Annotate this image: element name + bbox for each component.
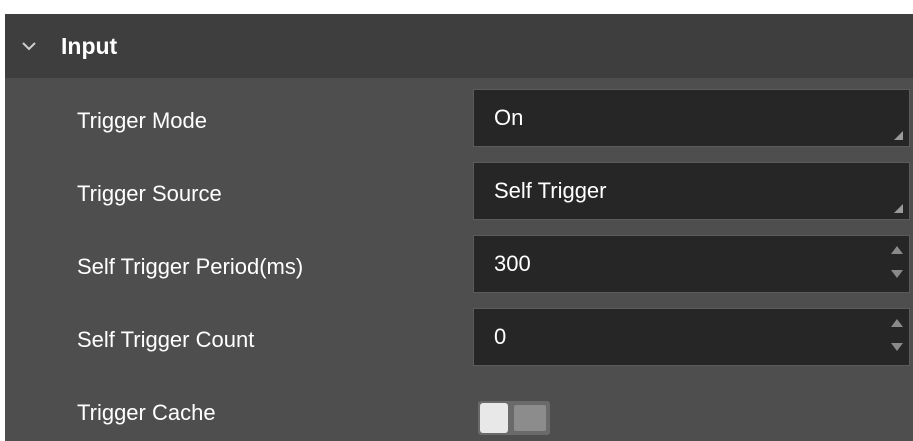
input-settings-panel: Input Trigger Mode On Trigger Source Sel…	[5, 14, 913, 441]
trigger-cache-toggle[interactable]	[478, 401, 550, 435]
dropdown-arrow-icon	[894, 204, 903, 213]
spin-down-icon[interactable]	[891, 343, 903, 351]
self-trigger-period-value: 300	[494, 251, 531, 276]
trigger-mode-select[interactable]: On	[473, 89, 910, 147]
chevron-down-icon[interactable]	[19, 36, 39, 56]
dropdown-arrow-icon	[894, 131, 903, 140]
trigger-source-label: Trigger Source	[77, 181, 222, 206]
trigger-source-value: Self Trigger	[494, 178, 607, 203]
spin-buttons	[887, 236, 909, 292]
spin-up-icon[interactable]	[891, 319, 903, 327]
section-title: Input	[61, 33, 118, 59]
self-trigger-count-spinbox[interactable]: 0	[473, 308, 910, 366]
self-trigger-count-value: 0	[494, 324, 507, 349]
spin-down-icon[interactable]	[891, 270, 903, 278]
self-trigger-period-spinbox[interactable]: 300	[473, 235, 910, 293]
toggle-knob	[480, 403, 508, 433]
toggle-track	[514, 405, 546, 431]
trigger-mode-label: Trigger Mode	[77, 108, 208, 133]
trigger-cache-label: Trigger Cache	[77, 400, 216, 425]
spin-up-icon[interactable]	[891, 246, 903, 254]
section-header-input[interactable]: Input	[5, 14, 913, 78]
trigger-mode-value: On	[494, 105, 524, 130]
self-trigger-count-label: Self Trigger Count	[77, 327, 255, 352]
self-trigger-period-label: Self Trigger Period(ms)	[77, 254, 304, 279]
trigger-source-select[interactable]: Self Trigger	[473, 162, 910, 220]
spin-buttons	[887, 309, 909, 365]
